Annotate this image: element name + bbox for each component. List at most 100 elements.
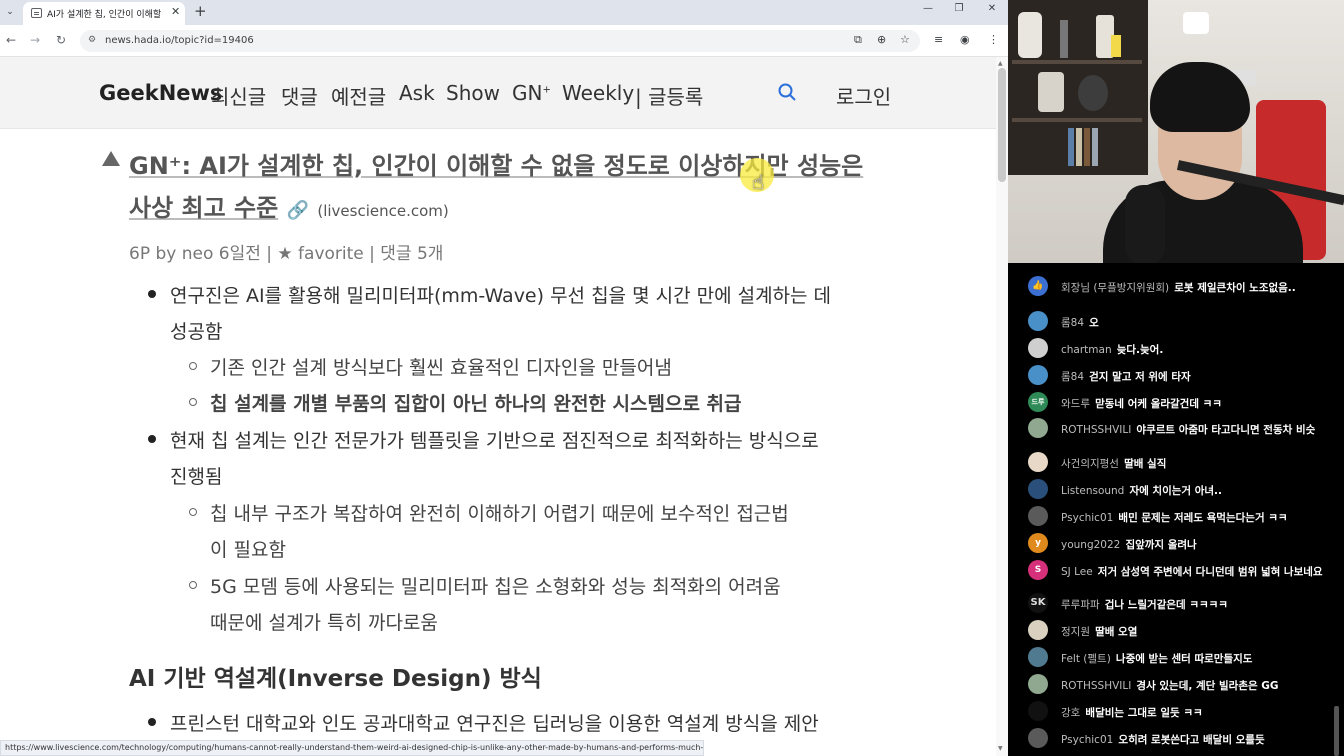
chat-username[interactable]: 정지원 <box>1061 626 1090 638</box>
bullet-text: 프린스턴 대학교와 인도 공과대학교 연구진은 딥러닝을 이용한 역설계 방식을… <box>170 713 819 735</box>
site-favicon-icon <box>31 8 42 18</box>
profile-icon[interactable]: ◉ <box>960 33 970 46</box>
chat-body: 야쿠르트 아줌마 타고다니면 전동차 비슷 <box>1136 424 1316 436</box>
chat-body: 걷지 말고 저 위에 타자 <box>1089 371 1191 383</box>
chat-body: 나중에 받는 센터 따로만들지도 <box>1115 653 1253 665</box>
chat-username[interactable]: Felt (펠트) <box>1061 653 1111 665</box>
restore-icon[interactable]: ❐ <box>951 3 967 14</box>
chat-username[interactable]: 강호 <box>1061 707 1080 719</box>
site-logo[interactable]: GeekNews <box>99 81 222 105</box>
shelf-decoration <box>1111 35 1121 57</box>
chat-username[interactable]: 롬84 <box>1061 317 1084 329</box>
browser-tab[interactable]: AI가 설계한 칩, 인간이 이해할 ✕ <box>23 2 185 25</box>
tab-search-icon[interactable]: ⌄ <box>0 3 20 21</box>
url-text[interactable]: news.hada.io/topic?id=19406 <box>105 35 254 46</box>
chat-username[interactable]: Psychic01 <box>1061 734 1113 746</box>
chat-text: 사건의지평선 딸배 실직 <box>1061 455 1323 471</box>
chat-text: Listensound 자에 치이는거 아녀.. <box>1061 482 1323 498</box>
chat-username[interactable]: chartman <box>1061 344 1112 356</box>
nav-gn-label: GN <box>512 81 543 105</box>
article-meta: 6P by neo 6일전 | ★ favorite | 댓글 5개 <box>129 244 444 264</box>
hand-cursor-icon: ☝ <box>752 170 765 194</box>
shelf-decoration <box>1084 128 1090 166</box>
bullet-dot <box>148 718 156 726</box>
tab-title: AI가 설계한 칩, 인간이 이해할 <box>47 10 162 20</box>
bullet-text: 성공함 <box>170 321 223 343</box>
sub-bullet-circle <box>189 362 197 370</box>
minimize-icon[interactable]: — <box>920 3 936 14</box>
chat-username[interactable]: young2022 <box>1061 539 1120 551</box>
site-info-icon[interactable]: ⚙ <box>88 35 96 45</box>
chat-username[interactable]: 회장님 (무플방지위원회) <box>1061 282 1169 294</box>
forward-icon[interactable]: → <box>28 33 42 47</box>
shelf-decoration <box>1038 72 1064 112</box>
chat-username[interactable]: 루루파파 <box>1061 599 1100 611</box>
sub-bullet-circle <box>189 398 197 406</box>
reading-list-icon[interactable]: ≡ <box>934 33 943 46</box>
nav-past[interactable]: 예전글 <box>331 81 386 110</box>
article-title: GN⁺: AI가 설계한 칩, 인간이 이해할 수 없을 정도로 이상하지만 성… <box>129 145 889 232</box>
status-bar-url: https://www.livescience.com/technology/c… <box>0 740 704 756</box>
close-tab-icon[interactable]: ✕ <box>171 5 180 18</box>
search-icon[interactable] <box>778 83 796 101</box>
scrollbar-thumb[interactable] <box>998 68 1006 182</box>
scroll-up-icon[interactable]: ▲ <box>998 60 1003 67</box>
chat-username[interactable]: 사건의지평선 <box>1061 458 1119 470</box>
link-icon[interactable]: 🔗 <box>287 200 309 221</box>
nav-latest[interactable]: 최신글 <box>211 81 266 110</box>
chat-avatar <box>1028 311 1048 331</box>
microphone <box>1125 185 1165 263</box>
login-link[interactable]: 로그인 <box>836 81 891 110</box>
chat-scrollbar[interactable] <box>1334 706 1339 756</box>
sub-bullet-circle <box>189 508 197 516</box>
nav-show[interactable]: Show <box>446 81 500 105</box>
upvote-icon[interactable] <box>102 151 120 166</box>
nav-comments[interactable]: 댓글 <box>281 81 318 110</box>
chat-body: 경사 있는데, 계단 빌라촌은 GG <box>1136 680 1279 692</box>
chat-avatar: SK <box>1028 593 1048 613</box>
chat-username[interactable]: Listensound <box>1061 485 1124 497</box>
chat-username[interactable]: Psychic01 <box>1061 512 1113 524</box>
chat-body: 오히려 로봇쓴다고 배달비 오를듯 <box>1118 734 1265 746</box>
chat-body: 자에 치이는거 아녀.. <box>1129 485 1223 497</box>
page-content: GeekNews 최신글 댓글 예전글 Ask Show GN+ Weekly … <box>0 57 996 756</box>
chat-username[interactable]: ROTHSSHVILI <box>1061 680 1131 692</box>
chat-text: Psychic01 배민 문제는 저레도 욕먹는다는거 ㅋㅋ <box>1061 509 1323 525</box>
nav-weekly[interactable]: Weekly <box>562 81 634 105</box>
bookmark-star-icon[interactable]: ☆ <box>900 33 910 46</box>
chat-username[interactable]: 와드루 <box>1061 398 1090 410</box>
nav-gn-plus[interactable]: GN+ <box>512 81 551 105</box>
section-heading: AI 기반 역설계(Inverse Design) 방식 <box>129 666 542 692</box>
chat-text: ROTHSSHVILI 야쿠르트 아줌마 타고다니면 전동차 비슷 <box>1061 421 1323 437</box>
article-domain[interactable]: (livescience.com) <box>317 202 448 220</box>
new-tab-icon[interactable]: + <box>194 2 207 20</box>
webcam-feed <box>1008 0 1344 263</box>
install-app-icon[interactable]: ⧉ <box>854 33 862 47</box>
chat-body: 겁나 느릴거같은데 ㅋㅋㅋㅋ <box>1104 599 1228 611</box>
zoom-icon[interactable]: ⊕ <box>877 33 886 46</box>
bullet-dot <box>148 435 156 443</box>
chat-username[interactable]: SJ Lee <box>1061 566 1093 578</box>
chat-text: 강호 배달비는 그대로 일듯 ㅋㅋ <box>1061 704 1323 720</box>
chat-body: 로봇 제일큰차이 노조없음.. <box>1174 282 1296 294</box>
live-chat: 👍 회장님 (무플방지위원회) 로봇 제일큰차이 노조없음.. 롬84 오 ch… <box>1008 263 1344 756</box>
address-bar[interactable]: ⚙ news.hada.io/topic?id=19406 ⧉ ⊕ ☆ <box>80 30 920 52</box>
chat-avatar <box>1028 479 1048 499</box>
chat-username[interactable]: ROTHSSHVILI <box>1061 424 1131 436</box>
nav-ask[interactable]: Ask <box>399 81 435 105</box>
chat-avatar <box>1028 674 1048 694</box>
close-window-icon[interactable]: ✕ <box>984 3 1000 14</box>
article-title-link-line2[interactable]: 사상 최고 수준 <box>129 194 278 222</box>
sub-bullet-circle <box>189 581 197 589</box>
scroll-down-icon[interactable]: ▼ <box>998 745 1003 752</box>
reload-icon[interactable]: ↻ <box>54 33 68 47</box>
sub-bullet-text: 때문에 설계가 특히 까다로움 <box>210 612 438 634</box>
nav-submit[interactable]: | 글등록 <box>635 81 703 110</box>
back-icon[interactable]: ← <box>4 33 18 47</box>
menu-kebab-icon[interactable]: ⋮ <box>988 33 999 46</box>
chat-text: Psychic01 오히려 로봇쓴다고 배달비 오를듯 <box>1061 731 1323 747</box>
bullet-dot <box>148 290 156 298</box>
chat-body: 맏동네 어케 올라갈건데 ㅋㅋ <box>1095 398 1222 410</box>
chat-username[interactable]: 롬84 <box>1061 371 1084 383</box>
chat-text: 루루파파 겁나 느릴거같은데 ㅋㅋㅋㅋ <box>1061 596 1323 612</box>
